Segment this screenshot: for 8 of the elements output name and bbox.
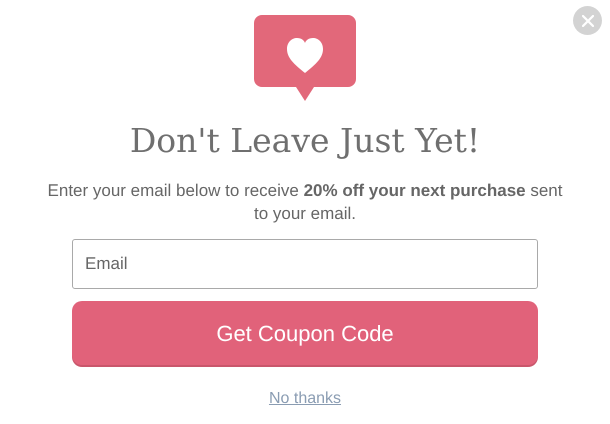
close-button[interactable] bbox=[573, 6, 602, 35]
no-thanks-link[interactable]: No thanks bbox=[268, 387, 342, 411]
get-coupon-button[interactable]: Get Coupon Code bbox=[72, 301, 538, 365]
offer-message: Enter your email below to receive 20% off your next purchase sent to your email. bbox=[46, 180, 564, 225]
heart-speech-bubble-icon bbox=[254, 15, 356, 101]
popup-title: Don't Leave Just Yet! bbox=[130, 120, 480, 162]
email-field[interactable]: Email bbox=[72, 239, 538, 289]
close-icon bbox=[582, 14, 594, 26]
